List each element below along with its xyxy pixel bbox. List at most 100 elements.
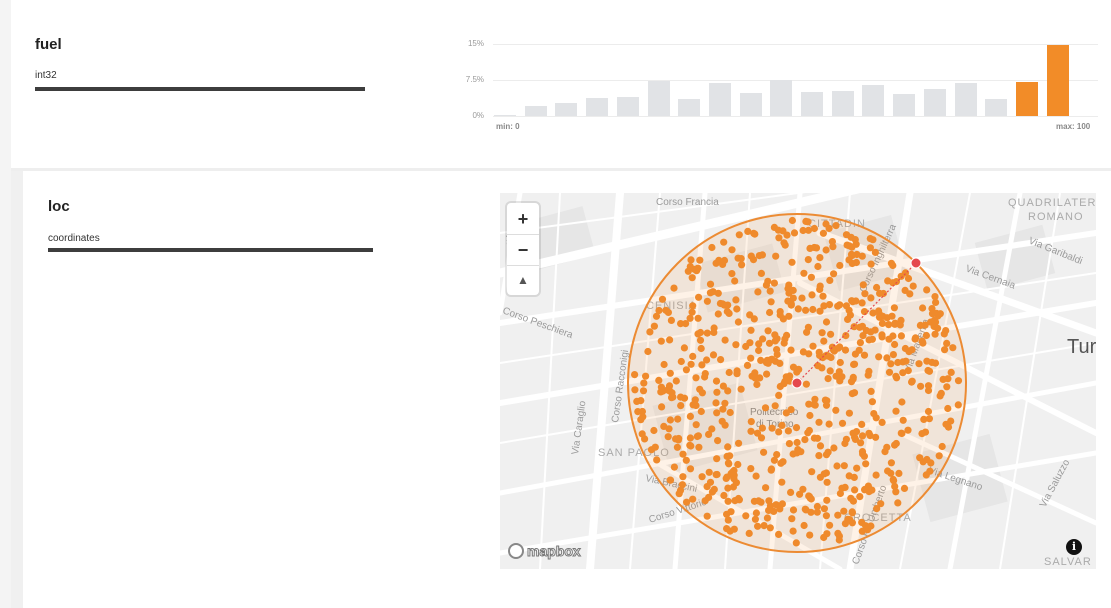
location-point[interactable] (696, 328, 705, 337)
location-point[interactable] (852, 428, 861, 436)
location-point[interactable] (747, 465, 755, 473)
radius-handle[interactable] (910, 257, 922, 269)
location-point[interactable] (670, 463, 678, 471)
location-point[interactable] (631, 371, 639, 379)
location-point[interactable] (794, 305, 802, 313)
location-point[interactable] (825, 420, 833, 428)
location-point[interactable] (826, 367, 834, 375)
location-point[interactable] (687, 442, 695, 450)
location-point[interactable] (703, 512, 711, 520)
location-point[interactable] (869, 236, 877, 244)
location-point[interactable] (849, 373, 857, 381)
location-point[interactable] (723, 452, 731, 460)
location-point[interactable] (823, 496, 831, 504)
location-point[interactable] (734, 318, 742, 326)
location-point[interactable] (754, 522, 762, 530)
location-point[interactable] (785, 440, 793, 448)
location-point[interactable] (712, 377, 721, 385)
location-point[interactable] (776, 308, 784, 316)
location-point[interactable] (891, 441, 899, 449)
location-point[interactable] (697, 407, 705, 416)
location-point[interactable] (949, 344, 957, 352)
location-point[interactable] (867, 522, 875, 530)
location-point[interactable] (653, 456, 661, 464)
location-point[interactable] (954, 401, 962, 409)
location-point[interactable] (662, 306, 670, 314)
location-point[interactable] (819, 229, 827, 237)
location-point[interactable] (841, 483, 849, 491)
location-point[interactable] (767, 298, 775, 306)
location-point[interactable] (771, 402, 779, 410)
location-point[interactable] (778, 478, 786, 486)
location-point[interactable] (714, 310, 722, 318)
location-point[interactable] (858, 432, 867, 440)
location-point[interactable] (737, 385, 745, 393)
location-point[interactable] (939, 375, 947, 383)
location-point[interactable] (709, 351, 718, 359)
location-point[interactable] (840, 507, 848, 515)
location-point[interactable] (915, 360, 923, 368)
location-point[interactable] (698, 389, 706, 397)
location-point[interactable] (710, 328, 718, 336)
location-point[interactable] (694, 432, 702, 440)
location-point[interactable] (666, 336, 674, 344)
location-point[interactable] (751, 515, 759, 523)
histogram-bar[interactable] (893, 94, 916, 116)
location-point[interactable] (763, 370, 771, 378)
location-map[interactable]: Corso Francia QUADRILATERO ROMANO CITTAD… (500, 193, 1096, 569)
location-point[interactable] (799, 226, 807, 235)
location-point[interactable] (806, 531, 814, 539)
location-point[interactable] (665, 382, 674, 390)
location-point[interactable] (658, 403, 666, 411)
location-point[interactable] (743, 361, 752, 369)
location-point[interactable] (851, 350, 859, 358)
location-point[interactable] (822, 512, 830, 520)
location-point[interactable] (898, 429, 906, 438)
location-point[interactable] (679, 473, 687, 481)
location-point[interactable] (800, 521, 808, 530)
location-point[interactable] (815, 418, 823, 426)
location-point[interactable] (772, 252, 780, 260)
location-point[interactable] (727, 508, 735, 516)
location-point[interactable] (652, 312, 661, 320)
location-point[interactable] (807, 508, 815, 516)
location-point[interactable] (677, 320, 685, 328)
location-point[interactable] (901, 269, 910, 277)
location-point[interactable] (634, 408, 642, 416)
location-point[interactable] (724, 484, 732, 492)
location-point[interactable] (820, 337, 828, 345)
location-point[interactable] (731, 277, 739, 285)
location-point[interactable] (742, 342, 750, 351)
location-point[interactable] (801, 436, 809, 444)
location-point[interactable] (747, 252, 755, 260)
location-point[interactable] (807, 273, 815, 281)
location-point[interactable] (721, 399, 729, 407)
location-point[interactable] (691, 396, 699, 404)
location-point[interactable] (943, 339, 951, 347)
location-point[interactable] (780, 380, 788, 388)
location-point[interactable] (815, 348, 823, 356)
location-point[interactable] (713, 455, 721, 463)
compass-button[interactable]: ▲ (507, 265, 539, 295)
location-point[interactable] (822, 451, 831, 459)
location-point[interactable] (916, 321, 924, 329)
location-point[interactable] (892, 488, 900, 496)
location-point[interactable] (883, 354, 891, 362)
location-point[interactable] (666, 369, 674, 377)
location-point[interactable] (816, 282, 824, 290)
location-point[interactable] (771, 337, 779, 345)
location-point[interactable] (802, 217, 810, 225)
location-point[interactable] (818, 364, 826, 372)
location-point[interactable] (879, 289, 887, 298)
location-point[interactable] (909, 282, 917, 290)
location-point[interactable] (833, 462, 841, 470)
location-point[interactable] (841, 520, 849, 528)
location-point[interactable] (897, 332, 905, 340)
location-point[interactable] (803, 328, 811, 336)
location-point[interactable] (830, 444, 838, 452)
location-point[interactable] (828, 238, 836, 246)
location-point[interactable] (703, 329, 711, 337)
location-point[interactable] (733, 305, 741, 313)
location-point[interactable] (904, 367, 912, 375)
location-point[interactable] (820, 302, 828, 310)
